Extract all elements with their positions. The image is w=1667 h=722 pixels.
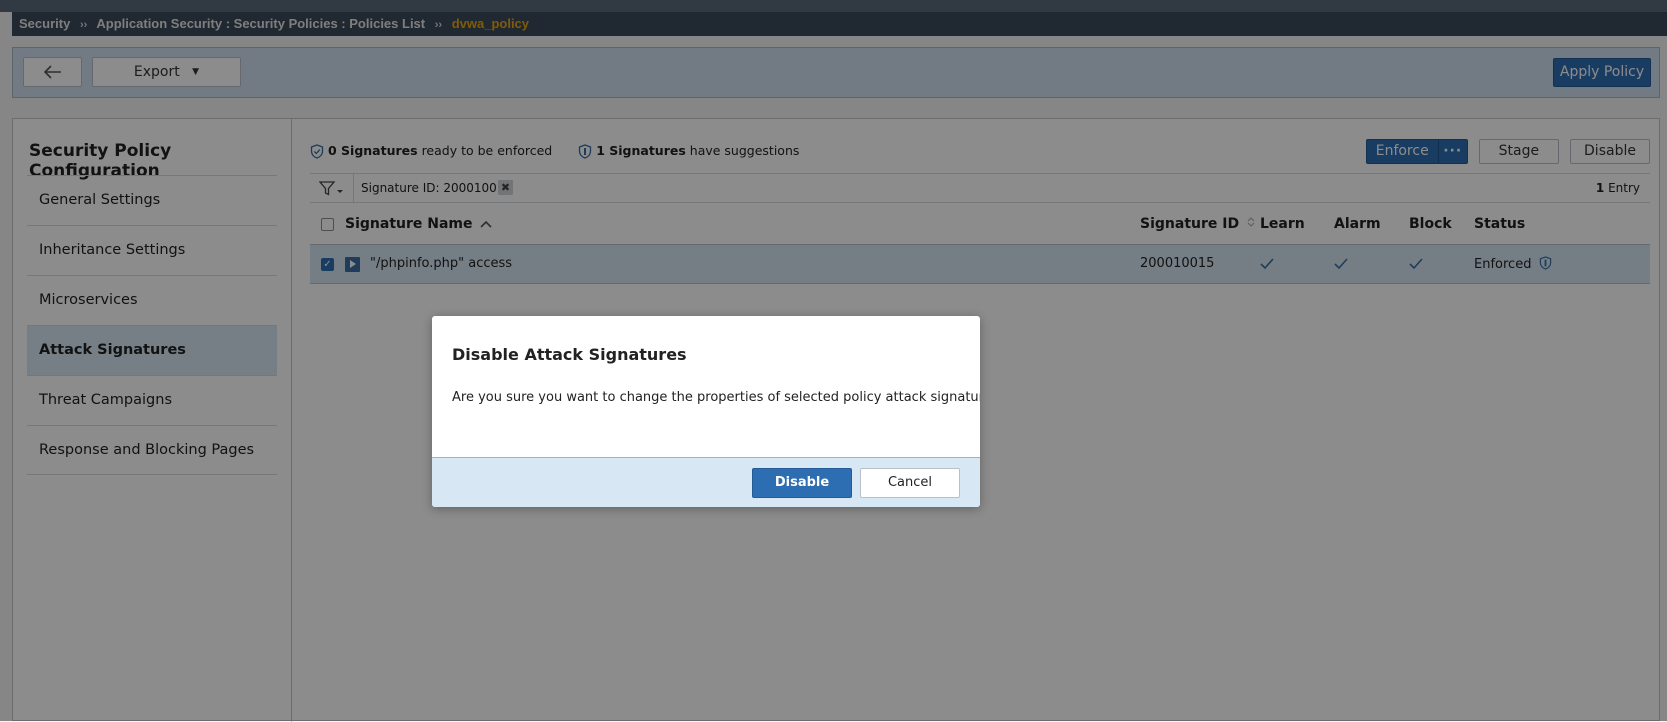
disable-signatures-dialog: Disable Attack Signatures Are you sure y… — [432, 316, 980, 507]
dialog-footer: Disable Cancel — [432, 457, 980, 507]
cancel-button[interactable]: Cancel — [860, 468, 960, 498]
dialog-title: Disable Attack Signatures — [452, 345, 687, 364]
confirm-disable-button[interactable]: Disable — [752, 468, 852, 498]
dialog-message: Are you sure you want to change the prop… — [452, 390, 980, 405]
